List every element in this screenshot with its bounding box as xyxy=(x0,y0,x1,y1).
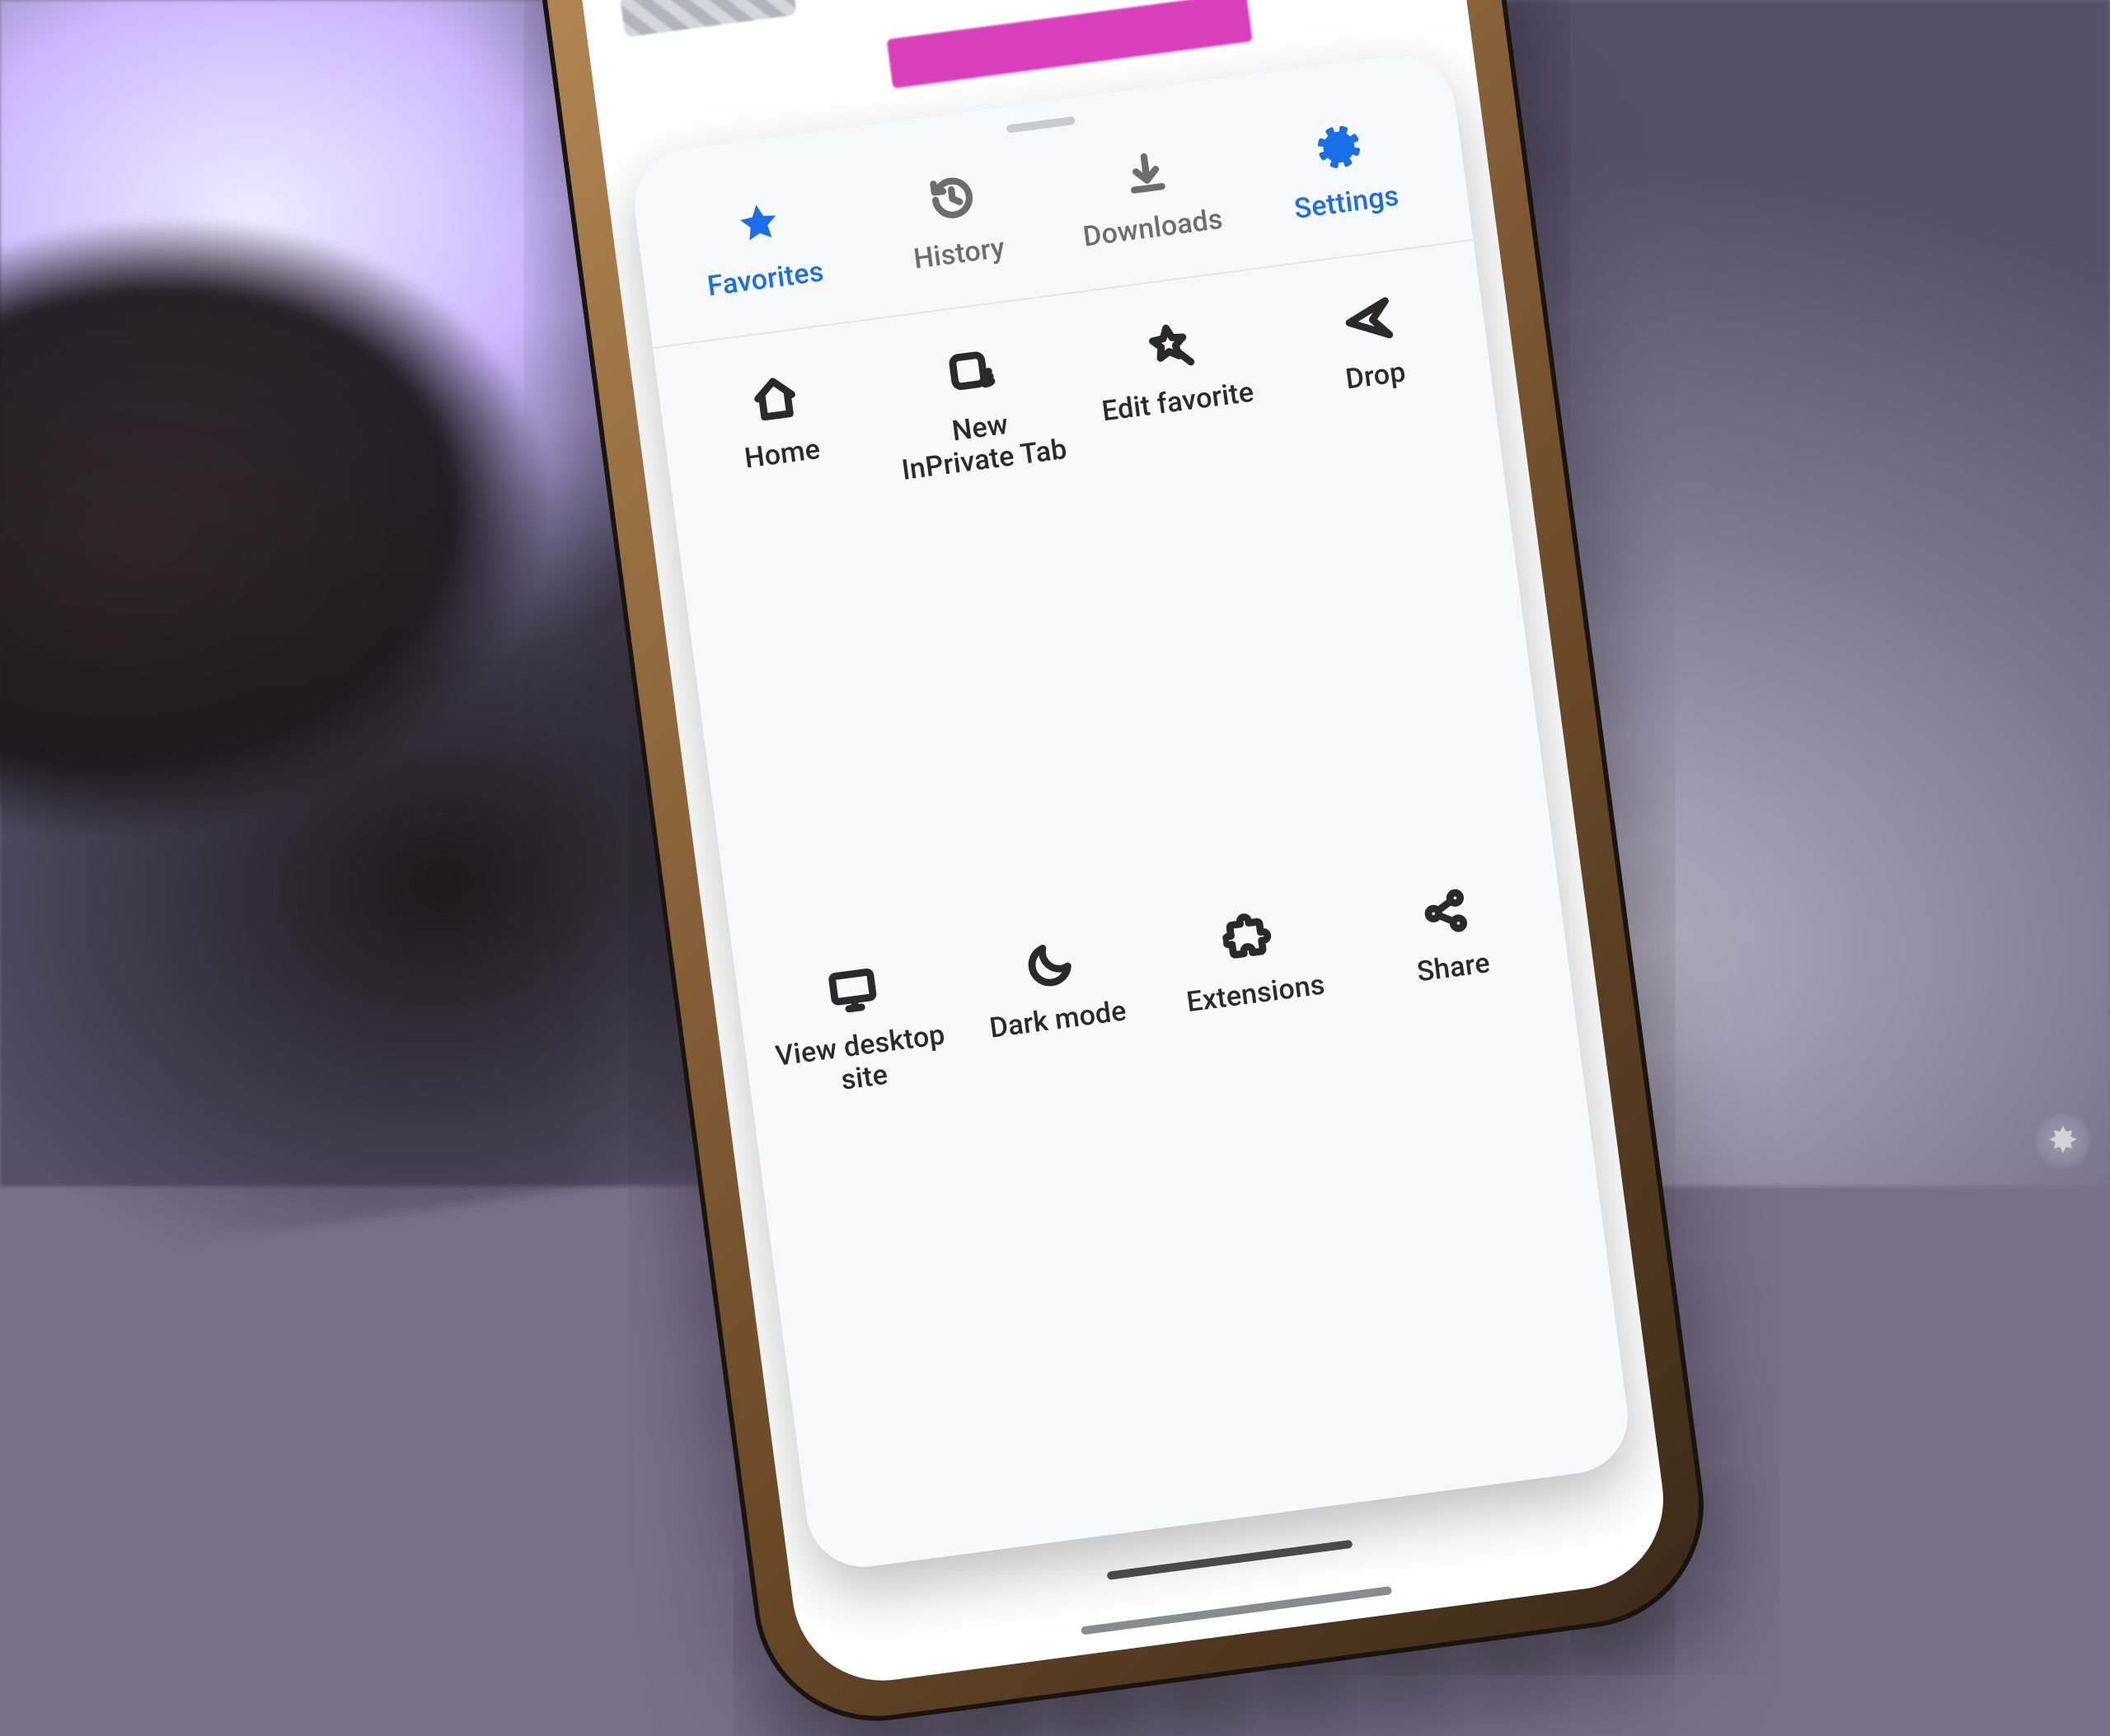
menu-downloads[interactable]: Downloads xyxy=(1044,123,1254,265)
menu-dark-mode-label: Dark mode xyxy=(987,995,1128,1045)
menu-new-inprivate-label: NewInPrivate Tab xyxy=(896,401,1069,487)
menu-edit-favorite-label: Edit favorite xyxy=(1100,377,1256,429)
menu-settings[interactable]: Settings xyxy=(1238,97,1447,240)
article-thumbnail xyxy=(609,0,797,37)
puzzle-icon xyxy=(1216,905,1281,970)
menu-history-label: History xyxy=(912,232,1006,276)
inprivate-icon xyxy=(940,340,1006,406)
menu-extensions-label: Extensions xyxy=(1184,969,1326,1019)
menu-grid: Home NewInPrivate Tab Edit favorite xyxy=(653,241,1634,1574)
menu-home-label: Home xyxy=(743,434,822,476)
share-icon xyxy=(1414,880,1479,945)
menu-settings-label: Settings xyxy=(1292,181,1400,226)
menu-history[interactable]: History xyxy=(851,148,1060,291)
desktop-icon xyxy=(820,957,885,1022)
gear-icon xyxy=(1307,115,1372,180)
send-icon xyxy=(1336,288,1401,353)
menu-downloads-label: Downloads xyxy=(1081,204,1225,254)
phone: …look at Honda's 0 concept EV in Canada … xyxy=(523,0,1718,1736)
moon-icon xyxy=(1018,931,1083,997)
download-icon xyxy=(1114,140,1179,205)
menu-share-label: Share xyxy=(1415,947,1492,988)
star-icon xyxy=(726,191,791,256)
menu-favorites[interactable]: Favorites xyxy=(657,174,866,317)
menu-favorites-label: Favorites xyxy=(706,256,826,303)
watermark-icon xyxy=(2034,1112,2092,1170)
article-accent-bar xyxy=(887,0,1253,88)
history-icon xyxy=(920,166,985,231)
home-icon xyxy=(743,366,808,431)
star-edit-icon xyxy=(1138,314,1203,379)
menu-drop-label: Drop xyxy=(1343,356,1407,396)
menu-view-desktop-label: View desktopsite xyxy=(774,1019,951,1105)
